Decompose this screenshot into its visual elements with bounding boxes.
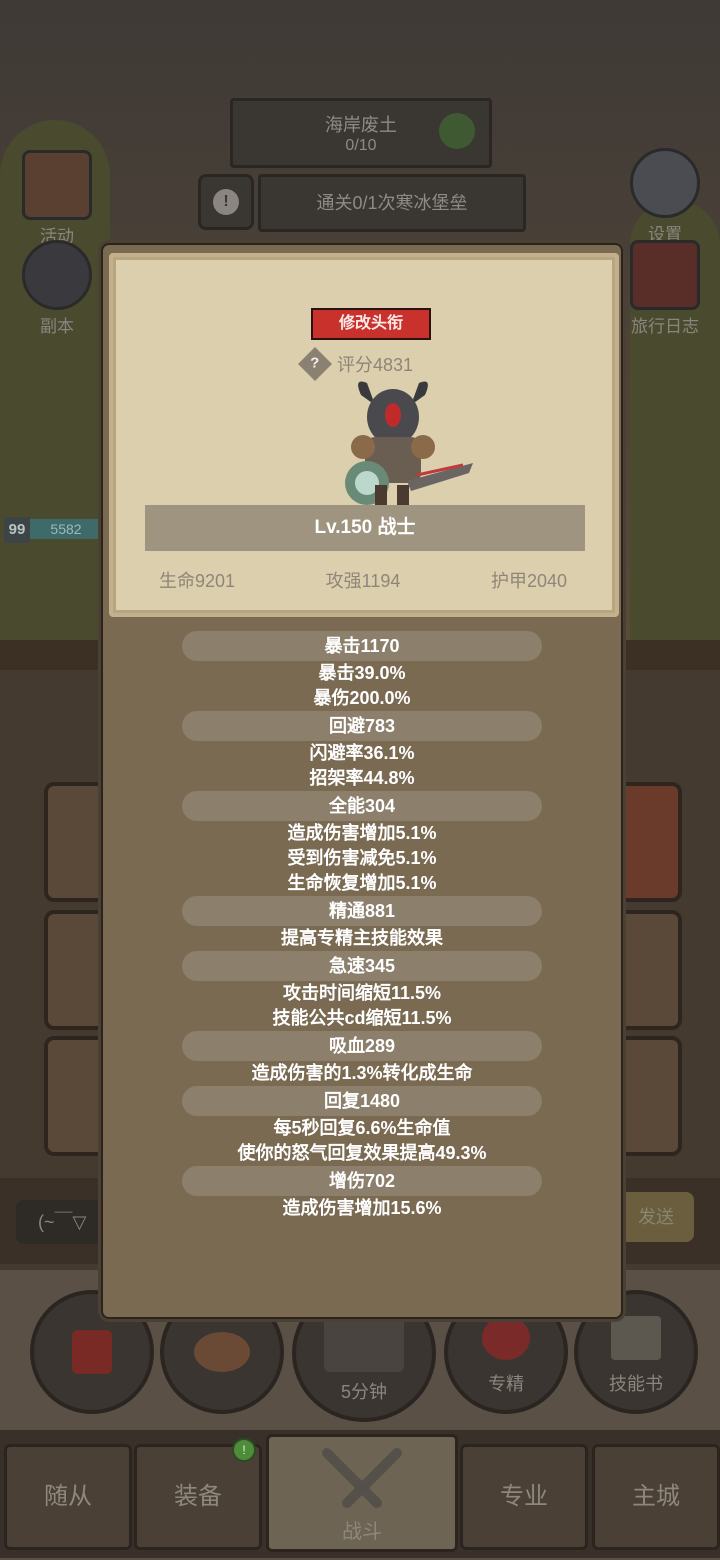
send-button[interactable]: 发送 [618, 1192, 694, 1242]
stat-group-damage-bonus: 增伤702 造成伤害增加15.6% [103, 1166, 621, 1221]
stat-line: 提高专精主技能效果 [281, 928, 443, 948]
stat-group-mastery: 精通881 提高专精主技能效果 [103, 896, 621, 951]
stat-header: 吸血289 [182, 1031, 542, 1061]
tab-profession[interactable]: 专业 [460, 1444, 588, 1550]
bread-icon [194, 1332, 250, 1372]
stat-line: 受到伤害减免5.1% [287, 848, 437, 868]
skillbook-icon [611, 1316, 661, 1360]
tab-main-city[interactable]: 主城 [592, 1444, 720, 1550]
hero-level-title: Lv.150 战士 [145, 505, 585, 551]
rename-title-button[interactable]: 修改头衔 [311, 308, 431, 340]
stat-header: 回复1480 [182, 1086, 542, 1116]
notification-badge: ! [232, 1438, 256, 1462]
hero-stats-modal: 修改头衔 ? 评分4831 Lv.150 战士 生命9201 攻强1194 护甲… [101, 243, 623, 1319]
stat-header: 精通881 [182, 896, 542, 926]
score-row: ? 评分4831 [298, 347, 414, 381]
stat-line: 暴伤200.0% [313, 688, 411, 708]
stat-line: 攻击时间缩短11.5% [282, 983, 442, 1003]
stat-group-regen: 回复1480 每5秒回复6.6%生命值 使你的怒气回复效果提高49.3% [103, 1086, 621, 1166]
action-label: 专精 [488, 1374, 524, 1394]
book-icon [630, 240, 700, 310]
side-button-settings[interactable]: 设置 [620, 148, 710, 245]
stat-header: 回避783 [182, 711, 542, 741]
zone-panel[interactable]: 海岸废土 0/10 [230, 98, 492, 168]
exclamation-icon: ! [213, 189, 239, 215]
xp-value: 5582 [30, 519, 102, 539]
stat-line: 每5秒回复6.6%生命值 [273, 1118, 451, 1138]
tab-battle-label: 战斗 [342, 1521, 382, 1543]
stat-armor: 护甲2040 [490, 571, 567, 591]
specialization-icon [482, 1316, 530, 1360]
stat-group-versatility: 全能304 造成伤害增加5.1% 受到伤害减免5.1% 生命恢复增加5.1% [103, 791, 621, 896]
portal-icon [22, 240, 92, 310]
stat-group-lifesteal: 吸血289 造成伤害的1.3%转化成生命 [103, 1031, 621, 1086]
stat-header: 暴击1170 [182, 631, 542, 661]
base-stats: 生命9201 攻强1194 护甲2040 [133, 567, 593, 593]
stat-line: 闪避率36.1% [309, 743, 415, 763]
action-label: 技能书 [609, 1374, 663, 1394]
stat-line: 技能公共cd缩短11.5% [272, 1008, 452, 1028]
stat-line: 造成伤害增加5.1% [287, 823, 437, 843]
secondary-stats-list: 暴击1170 暴击39.0% 暴伤200.0% 回避783 闪避率36.1% 招… [103, 631, 621, 1221]
tab-followers[interactable]: 随从 [4, 1444, 132, 1550]
stat-header: 增伤702 [182, 1166, 542, 1196]
stat-header: 急速345 [182, 951, 542, 981]
side-button-activity[interactable]: 活动 [12, 150, 102, 247]
potion-icon [72, 1330, 112, 1374]
refresh-icon[interactable] [439, 113, 475, 149]
stat-line: 使你的怒气回复效果提高49.3% [237, 1143, 487, 1163]
side-button-travel-log[interactable]: 旅行日志 [620, 240, 710, 337]
chest-timer: 5分钟 [340, 1382, 387, 1402]
scroll-icon [22, 150, 92, 220]
stat-line: 造成伤害增加15.6% [282, 1198, 442, 1218]
stat-attack-power: 攻强1194 [325, 571, 401, 591]
stat-line: 暴击39.0% [318, 663, 406, 683]
tab-battle[interactable]: 战斗 [266, 1434, 458, 1552]
stat-header: 全能304 [182, 791, 542, 821]
quest-bar[interactable]: 通关0/1次寒冰堡垒 [258, 174, 526, 232]
player-level-bar: 99 5582 [4, 517, 102, 543]
gear-icon [630, 148, 700, 218]
stat-line: 招架率44.8% [309, 768, 415, 788]
stat-line: 造成伤害的1.3%转化成生命 [251, 1063, 473, 1083]
stat-health: 生命9201 [159, 571, 236, 591]
crossed-swords-icon [317, 1447, 407, 1517]
score-value: 评分4831 [337, 355, 414, 375]
quest-alert-button[interactable]: ! [198, 174, 254, 230]
stat-group-crit: 暴击1170 暴击39.0% 暴伤200.0% [103, 631, 621, 711]
hero-card: 修改头衔 ? 评分4831 Lv.150 战士 生命9201 攻强1194 护甲… [109, 253, 619, 617]
stat-group-avoidance: 回避783 闪避率36.1% 招架率44.8% [103, 711, 621, 791]
warrior-portrait [323, 375, 483, 515]
side-button-label: 副本 [40, 317, 74, 336]
player-level: 99 [4, 517, 30, 543]
stat-group-haste: 急速345 攻击时间缩短11.5% 技能公共cd缩短11.5% [103, 951, 621, 1031]
side-button-dungeon[interactable]: 副本 [12, 240, 102, 337]
chest-icon [324, 1316, 404, 1372]
side-button-label: 旅行日志 [631, 317, 699, 336]
stat-line: 生命恢复增加5.1% [287, 873, 437, 893]
